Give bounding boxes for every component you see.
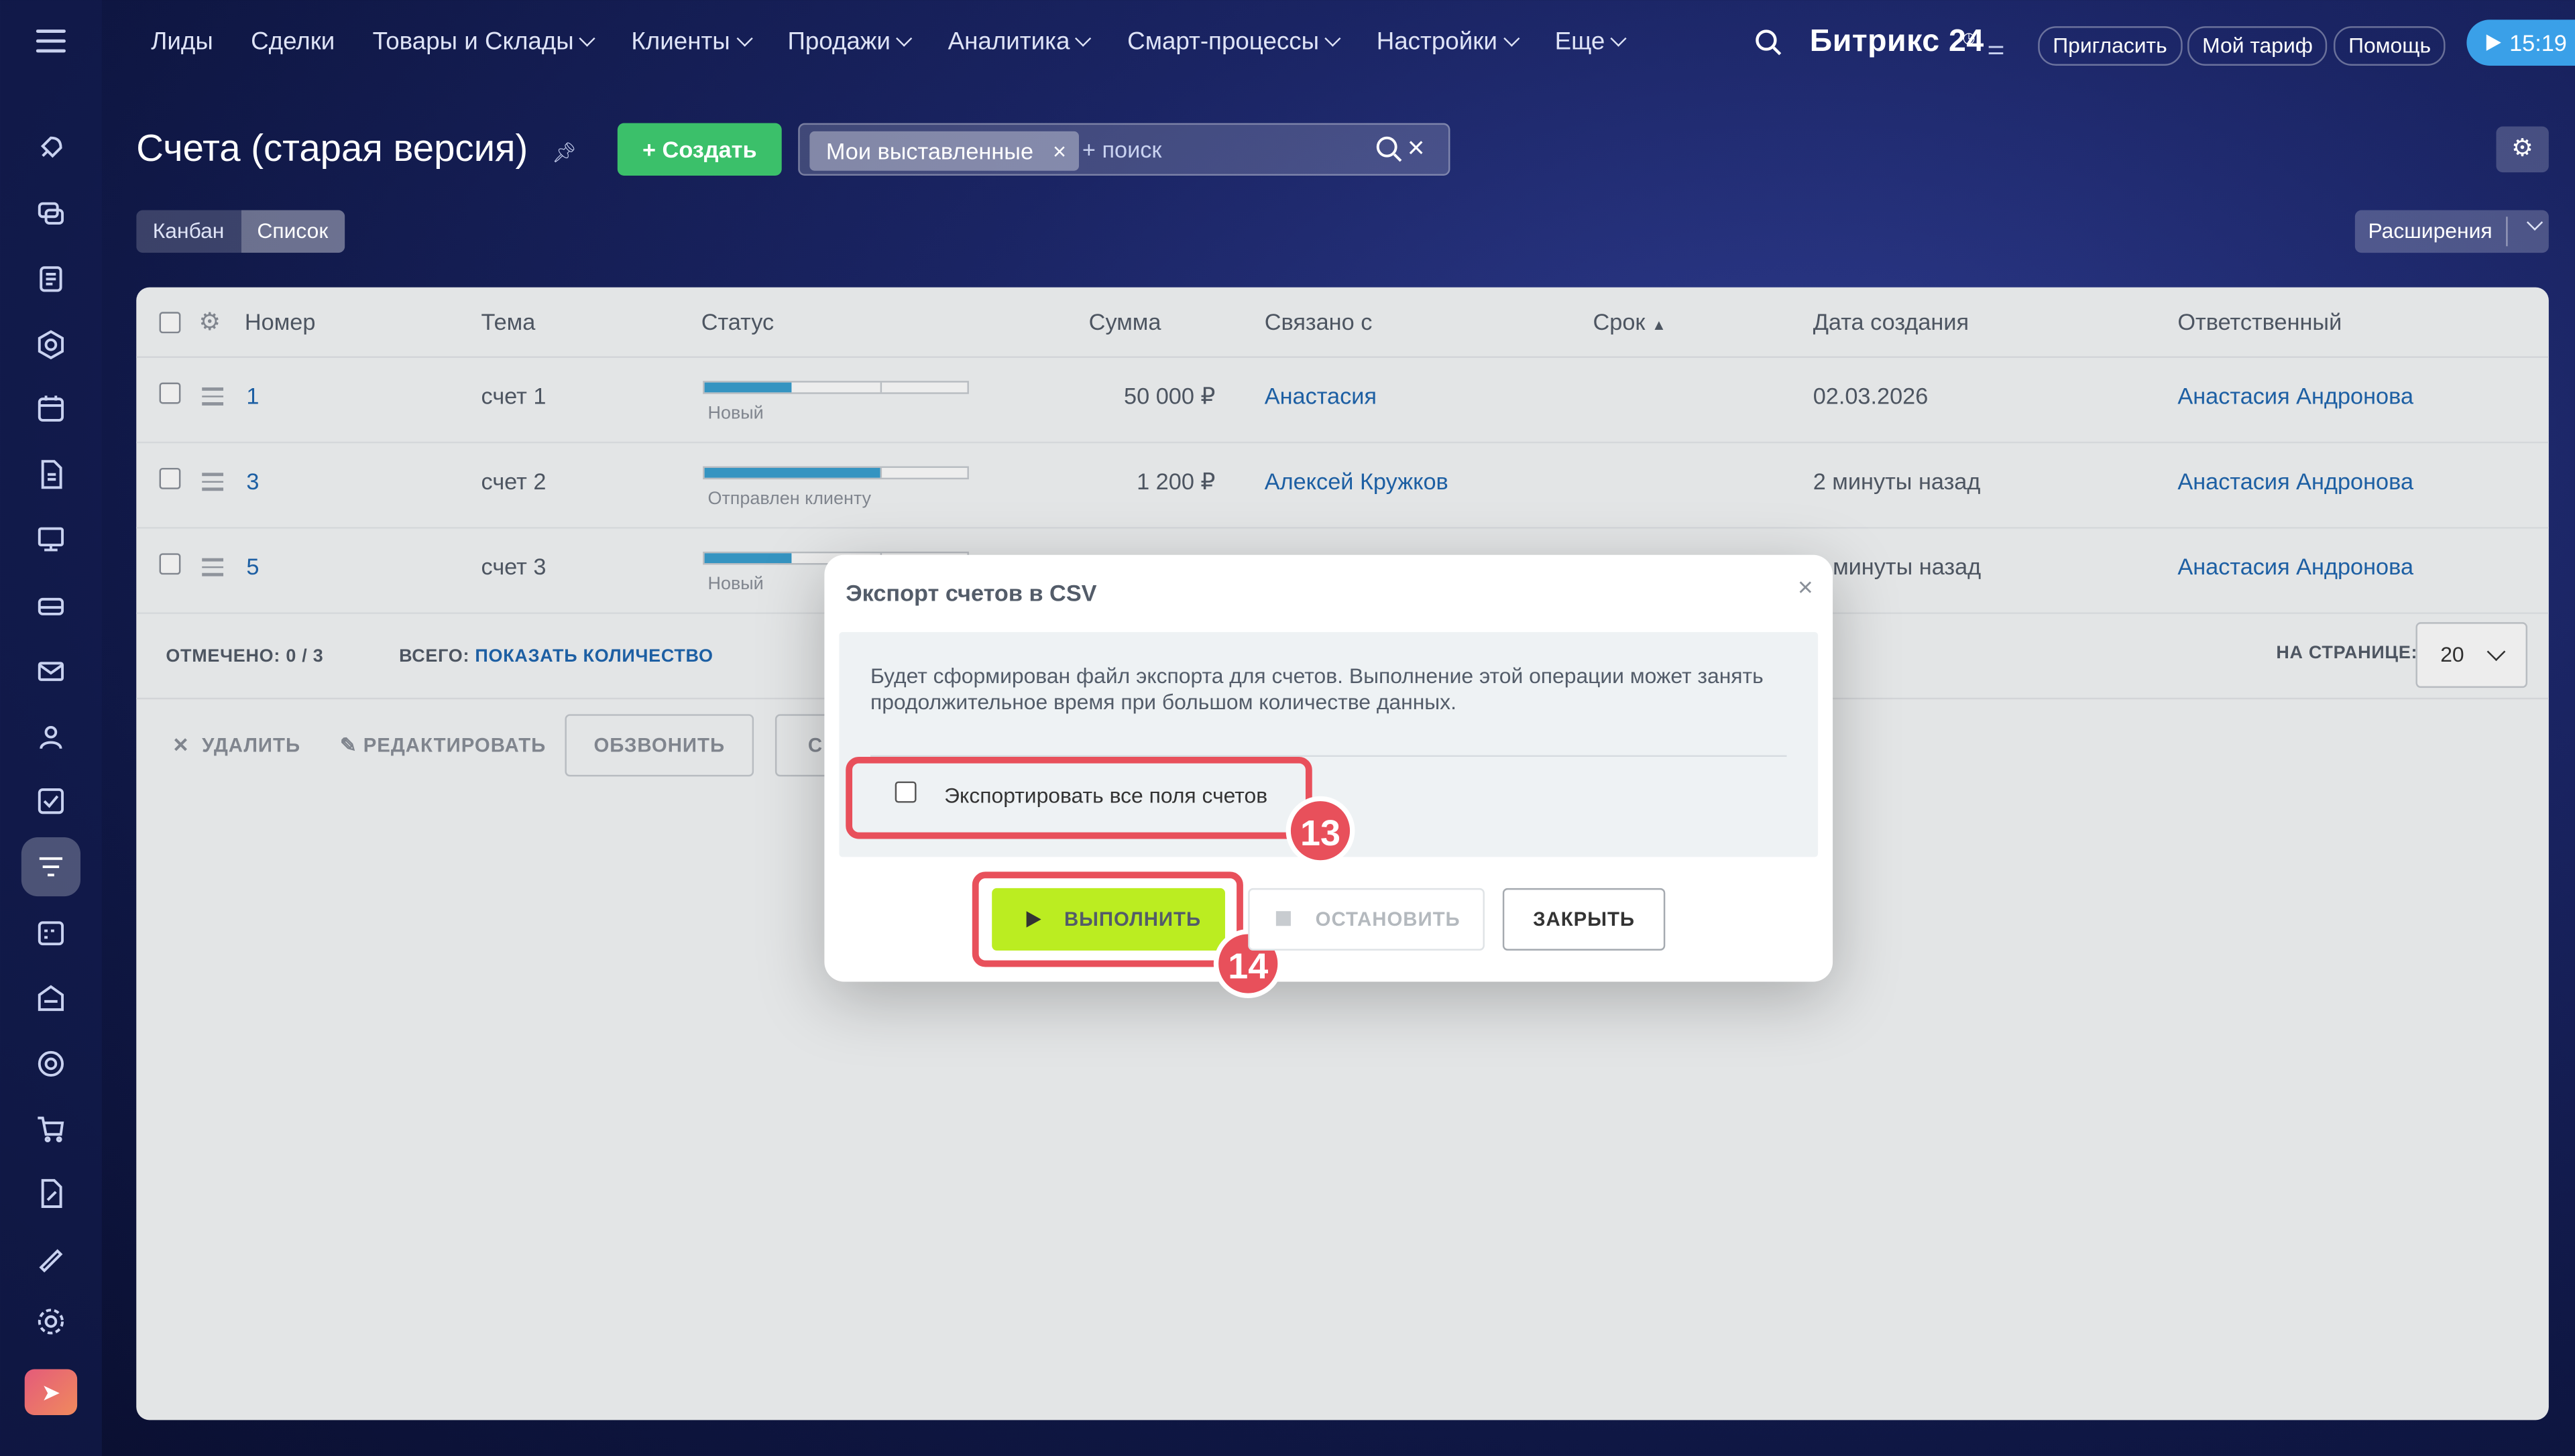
nav-deals[interactable]: Сделки <box>251 28 335 56</box>
close-icon[interactable]: × <box>1798 574 1813 604</box>
step-badge: 13 <box>1285 796 1355 865</box>
schedule-icon[interactable] <box>21 903 80 962</box>
mail-icon[interactable] <box>21 642 80 701</box>
filter-chip-label: Мои выставленные <box>825 137 1034 164</box>
chat-icon[interactable] <box>21 184 80 243</box>
rocket-icon[interactable]: ➤ <box>24 1369 78 1416</box>
close-button[interactable]: ЗАКРЫТЬ <box>1502 888 1666 951</box>
target-icon[interactable] <box>21 1034 80 1093</box>
stop-icon <box>1275 911 1291 926</box>
chevron-down-icon <box>736 30 752 47</box>
feed-icon[interactable] <box>21 249 80 308</box>
chevron-down-icon <box>1076 30 1092 47</box>
play-icon <box>2486 34 2501 51</box>
nav-products-label: Товары и Склады <box>372 27 574 56</box>
nav-settings-label: Настройки <box>1376 27 1497 56</box>
nav-analytics-label: Аналитика <box>948 27 1070 56</box>
nav-more[interactable]: Еще <box>1554 27 1627 56</box>
create-button[interactable]: + Создать <box>617 123 782 176</box>
highlight-frame <box>846 756 1312 839</box>
dialog-description: Будет сформирован файл экспорта для счет… <box>870 663 1764 715</box>
sliders-icon[interactable]: ⚌ <box>1987 36 2004 59</box>
work-day-button[interactable]: 15:19 <box>2466 19 2575 66</box>
view-switcher: Канбан Список <box>136 210 345 253</box>
my-tariff-button[interactable]: Мой тариф <box>2187 26 2328 66</box>
chevron-down-icon <box>1611 30 1627 47</box>
nav-more-label: Еще <box>1554 27 1605 56</box>
store-icon[interactable] <box>21 969 80 1028</box>
top-bar: Лиды Сделки Товары и Склады Клиенты Прод… <box>102 0 2575 88</box>
divider <box>2506 217 2508 247</box>
nav-smart-processes[interactable]: Смарт-процессы <box>1127 27 1341 56</box>
view-kanban-button[interactable]: Канбан <box>136 210 241 253</box>
time-label: 15:19 <box>2509 29 2567 56</box>
view-list-button[interactable]: Список <box>240 210 345 253</box>
search-input[interactable]: + поиск <box>1082 136 1162 162</box>
search-icon[interactable] <box>1754 28 1784 58</box>
chevron-down-icon <box>579 30 596 47</box>
nav-sales-label: Продажи <box>787 27 891 56</box>
nav-sales[interactable]: Продажи <box>787 27 913 56</box>
nav-clients-label: Клиенты <box>631 27 730 56</box>
filter-chip[interactable]: Мои выставленные × <box>809 131 1080 171</box>
chevron-down-icon <box>1503 30 1520 47</box>
chevron-down-icon <box>1324 30 1341 47</box>
pencil-icon[interactable] <box>21 1228 80 1287</box>
stop-button[interactable]: ОСТАНОВИТЬ <box>1248 888 1485 951</box>
calendar-icon[interactable] <box>21 379 80 438</box>
tasks-icon[interactable] <box>21 772 80 831</box>
filter-search-box[interactable]: Мои выставленные × + поиск × <box>798 123 1450 176</box>
nav-leads[interactable]: Лиды <box>151 28 213 56</box>
nav-clients[interactable]: Клиенты <box>631 27 752 56</box>
rocket-outline-icon[interactable] <box>21 118 80 177</box>
board-icon[interactable] <box>21 511 80 570</box>
brand-logo[interactable]: Битрикс 24 <box>1810 25 1984 61</box>
crm-funnel-icon[interactable] <box>21 837 81 897</box>
stop-label: ОСТАНОВИТЬ <box>1315 908 1461 931</box>
contacts-icon[interactable] <box>21 708 80 767</box>
remove-filter-icon[interactable]: × <box>1053 131 1066 171</box>
gear-icon[interactable]: ⚙ <box>2496 126 2549 173</box>
extensions-button[interactable]: Расширения <box>2354 210 2549 253</box>
search-icon[interactable] <box>1375 135 1404 164</box>
extensions-label: Расширения <box>2368 218 2493 243</box>
dialog-title: Экспорт счетов в CSV <box>846 579 1097 606</box>
help-button[interactable]: Помощь <box>2334 26 2446 66</box>
nav-products[interactable]: Товары и Склады <box>372 27 596 56</box>
chevron-down-icon[interactable] <box>2526 214 2543 231</box>
hexagon-icon[interactable] <box>21 315 80 374</box>
nav-leads-label: Лиды <box>151 27 213 56</box>
invite-button[interactable]: Пригласить <box>2038 26 2182 66</box>
settings-icon[interactable] <box>21 1292 80 1351</box>
drive-icon[interactable] <box>21 577 80 635</box>
nav-smart-processes-label: Смарт-процессы <box>1127 27 1320 56</box>
create-button-label: Создать <box>662 136 757 163</box>
sign-document-icon[interactable] <box>21 1164 80 1223</box>
clear-icon[interactable]: × <box>1408 131 1425 166</box>
nav-settings[interactable]: Настройки <box>1376 27 1520 56</box>
page-title: Счета (старая версия) <box>136 126 528 170</box>
highlight-frame <box>972 871 1243 967</box>
top-navigation: Лиды Сделки Товары и Склады Клиенты Прод… <box>151 28 1662 56</box>
document-icon[interactable] <box>21 445 80 504</box>
chevron-down-icon <box>896 30 913 47</box>
menu-icon[interactable] <box>36 29 66 53</box>
left-sidebar: ➤ <box>0 0 102 1456</box>
nav-analytics[interactable]: Аналитика <box>948 27 1092 56</box>
pin-icon[interactable]: 📌︎ <box>552 141 577 164</box>
nav-deals-label: Сделки <box>251 27 335 56</box>
clock-icon: ◷ <box>1962 29 1976 46</box>
cart-icon[interactable] <box>21 1100 80 1159</box>
